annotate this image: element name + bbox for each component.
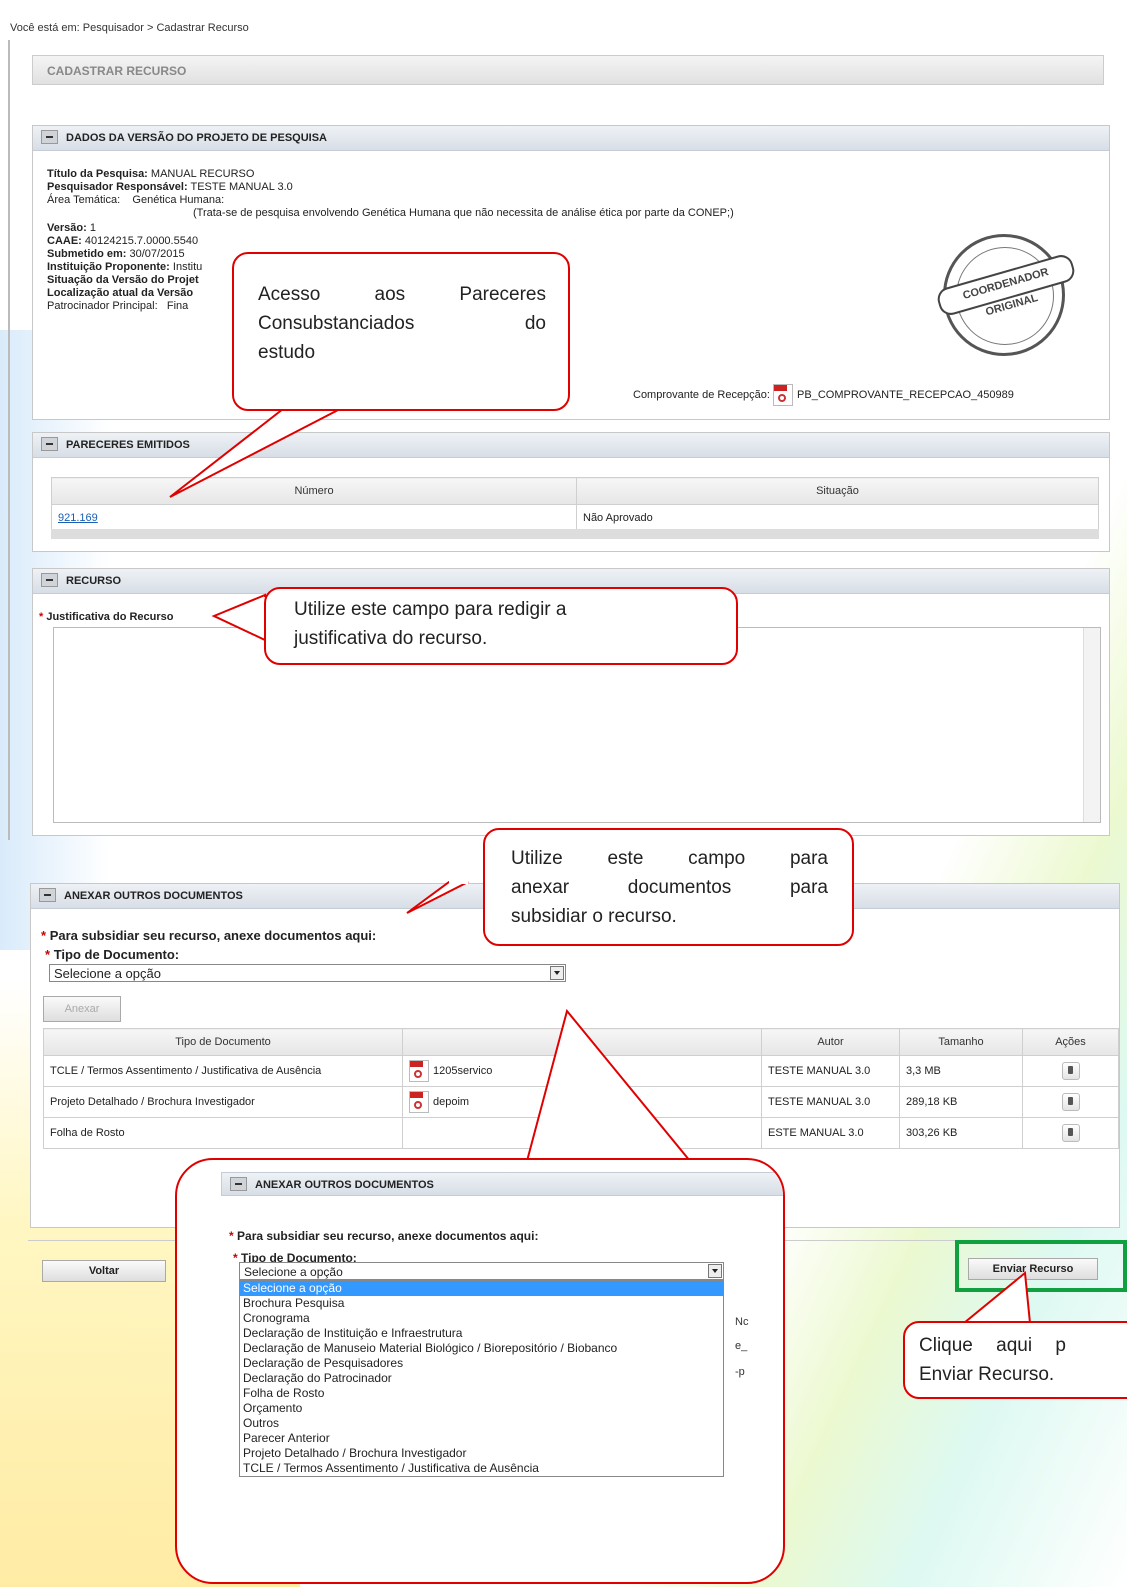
peek-text: -p	[735, 1366, 745, 1378]
panel-header[interactable]: ANEXAR OUTROS DOCUMENTOS	[221, 1172, 783, 1196]
panel-header[interactable]: PARECERES EMITIDOS	[33, 433, 1109, 458]
comprovante-label: Comprovante de Recepção:	[633, 388, 770, 401]
zoom-inset: ANEXAR OUTROS DOCUMENTOS * Para subsidia…	[175, 1158, 785, 1584]
pareceres-table: Número Situação 921.169 Não Aprovado	[51, 477, 1099, 532]
option-item[interactable]: Cronograma	[240, 1311, 723, 1326]
field-label: * Justificativa do Recurso	[39, 611, 174, 623]
panel-header[interactable]: DADOS DA VERSÃO DO PROJETO DE PESQUISA	[33, 126, 1109, 151]
option-item[interactable]: Selecione a opção	[240, 1281, 723, 1296]
table-row: TCLE / Termos Assentimento / Justificati…	[43, 1055, 1119, 1087]
callout-justificativa: Utilize este campo para redigir a justif…	[264, 587, 738, 665]
page-title: CADASTRAR RECURSO	[32, 55, 1104, 85]
documentos-table: Tipo de Documento Autor Tamanho Ações TC…	[43, 1028, 1119, 1149]
collapse-icon[interactable]	[41, 130, 58, 145]
situacao-cell: Não Aprovado	[576, 504, 1099, 532]
callout-anexar: Utilize este campo para anexar documento…	[483, 828, 854, 946]
info-line: CAAE: 40124215.7.0000.5540	[47, 235, 199, 247]
file-link[interactable]: depoim	[433, 1096, 469, 1108]
table-row: 921.169 Não Aprovado	[51, 504, 1099, 532]
column-header: Ações	[1022, 1028, 1119, 1056]
pdf-icon	[773, 384, 794, 406]
collapse-icon[interactable]	[41, 437, 58, 452]
options-dropdown[interactable]: Selecione a opção Brochura Pesquisa Cron…	[239, 1280, 724, 1477]
zoom-tipo-documento-select[interactable]: Selecione a opção	[239, 1262, 724, 1280]
divider	[8, 40, 10, 840]
tipo-documento-select[interactable]: Selecione a opção	[49, 964, 566, 982]
trash-icon[interactable]	[1061, 1124, 1080, 1142]
chevron-down-icon[interactable]	[550, 966, 564, 980]
anexar-button[interactable]: Anexar	[43, 996, 121, 1022]
trash-icon[interactable]	[1061, 1062, 1080, 1080]
stamp-seal: COORDENADOR ORIGINAL	[934, 234, 1078, 356]
callout-pareceres: Acesso aos Pareceres Consubstanciados do…	[232, 252, 570, 411]
column-header: Tamanho	[899, 1028, 1023, 1056]
table-footer	[51, 529, 1099, 539]
trash-icon[interactable]	[1061, 1093, 1080, 1111]
info-line: Instituição Proponente: Institu	[47, 261, 203, 273]
comprovante-link[interactable]: PB_COMPROVANTE_RECEPCAO_450989	[797, 389, 1014, 401]
option-item[interactable]: Outros	[240, 1416, 723, 1431]
option-item[interactable]: Declaração do Patrocinador	[240, 1371, 723, 1386]
field-label: * Tipo de Documento:	[45, 947, 180, 962]
table-row: Folha de Rosto ESTE MANUAL 3.0 303,26 KB	[43, 1117, 1119, 1149]
info-line: Área Temática: Genética Humana:	[47, 194, 225, 206]
panel-title: ANEXAR OUTROS DOCUMENTOS	[64, 890, 243, 902]
info-line: Pesquisador Responsável: TESTE MANUAL 3.…	[47, 181, 293, 193]
collapse-icon[interactable]	[230, 1177, 247, 1192]
option-item[interactable]: Declaração de Pesquisadores	[240, 1356, 723, 1371]
option-item[interactable]: Declaração de Instituição e Infraestrutu…	[240, 1326, 723, 1341]
file-link[interactable]: 1205servico	[433, 1065, 492, 1077]
pareceres-panel: PARECERES EMITIDOS Número Situação 921.16…	[32, 432, 1110, 552]
option-item[interactable]: Parecer Anterior	[240, 1431, 723, 1446]
column-header	[402, 1028, 762, 1056]
option-item[interactable]: Projeto Detalhado / Brochura Investigado…	[240, 1446, 723, 1461]
panel-title: RECURSO	[66, 575, 122, 587]
info-line: Localização atual da Versão	[47, 287, 194, 299]
collapse-icon[interactable]	[39, 888, 56, 903]
chevron-down-icon[interactable]	[708, 1264, 722, 1278]
table-row: Projeto Detalhado / Brochura Investigado…	[43, 1086, 1119, 1118]
highlight-box	[955, 1240, 1127, 1292]
info-line: (Trata-se de pesquisa envolvendo Genétic…	[193, 207, 734, 219]
info-line: Patrocinador Principal: Fina	[47, 300, 189, 312]
peek-text: e_	[735, 1340, 748, 1352]
info-line: Versão: 1	[47, 222, 96, 234]
collapse-icon[interactable]	[41, 573, 58, 588]
pdf-icon	[409, 1091, 429, 1113]
option-item[interactable]: Brochura Pesquisa	[240, 1296, 723, 1311]
panel-title: DADOS DA VERSÃO DO PROJETO DE PESQUISA	[66, 132, 327, 144]
voltar-button[interactable]: Voltar	[42, 1260, 166, 1282]
info-line: Situação da Versão do Projet	[47, 274, 199, 286]
panel-title: PARECERES EMITIDOS	[66, 439, 190, 451]
pdf-icon	[409, 1060, 429, 1082]
comprovante: Comprovante de Recepção: PB_COMPROVANTE_…	[633, 384, 1014, 406]
info-line: Submetido em: 30/07/2015	[47, 248, 185, 260]
breadcrumb: Você está em: Pesquisador > Cadastrar Re…	[10, 22, 249, 34]
info-line: Título da Pesquisa: MANUAL RECURSO	[47, 168, 255, 180]
option-item[interactable]: TCLE / Termos Assentimento / Justificati…	[240, 1461, 723, 1476]
column-header: Situação	[576, 477, 1099, 505]
option-item[interactable]: Folha de Rosto	[240, 1386, 723, 1401]
intro-text: * Para subsidiar seu recurso, anexe docu…	[41, 928, 377, 943]
column-header: Tipo de Documento	[43, 1028, 403, 1056]
callout-enviar: Clique aqui p Enviar Recurso.	[903, 1321, 1127, 1399]
scrollbar[interactable]	[1083, 628, 1100, 822]
option-item[interactable]: Declaração de Manuseio Material Biológic…	[240, 1341, 723, 1356]
option-item[interactable]: Orçamento	[240, 1401, 723, 1416]
parecer-link[interactable]: 921.169	[58, 512, 98, 524]
column-header: Número	[51, 477, 577, 505]
column-header: Autor	[761, 1028, 900, 1056]
